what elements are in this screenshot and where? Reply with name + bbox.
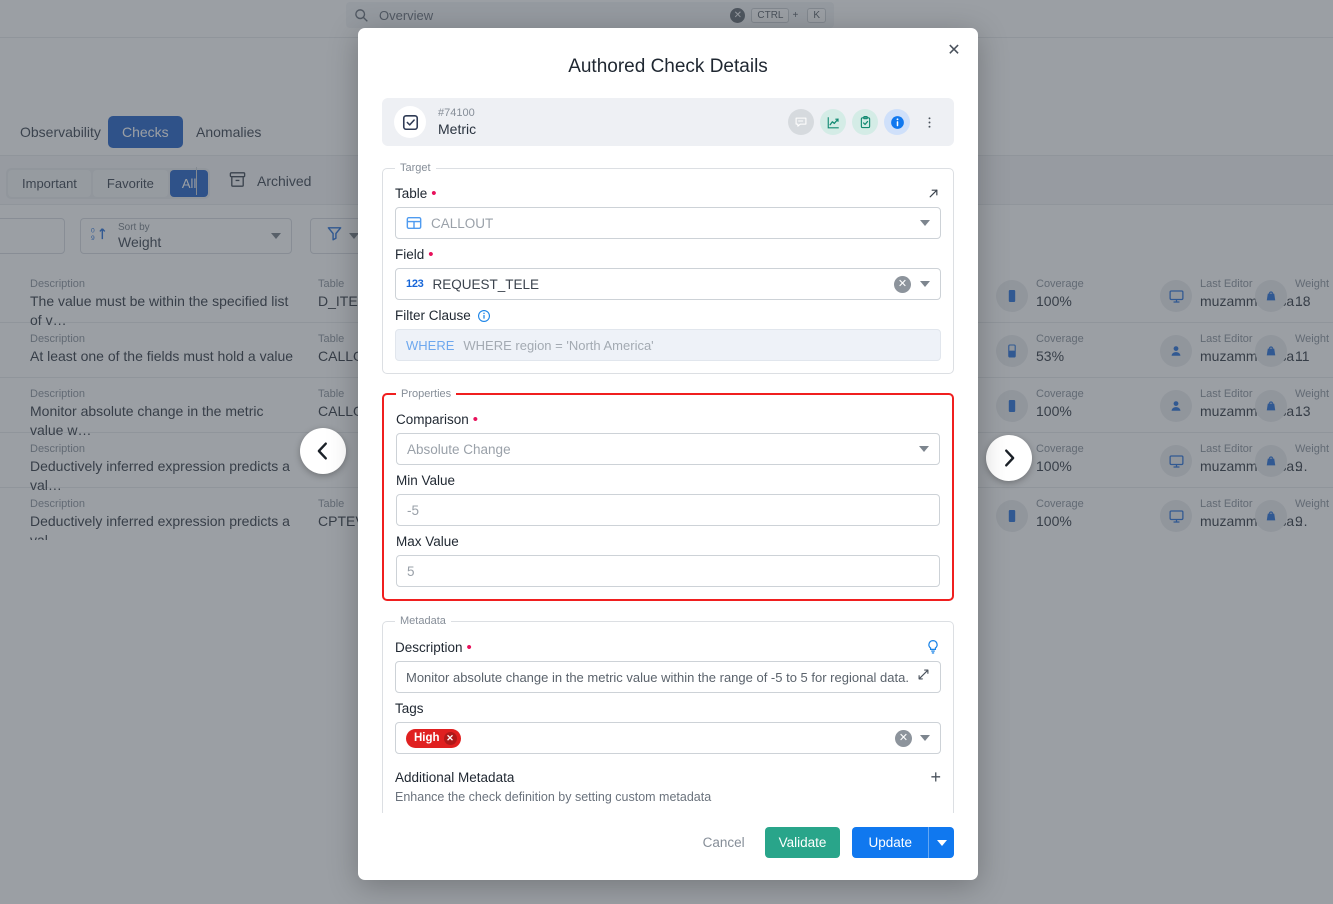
- chevron-down-icon[interactable]: [920, 281, 930, 287]
- target-section: Target Table • CALLOUT Field • 123 REQUE…: [382, 162, 954, 374]
- chevron-down-icon[interactable]: [919, 446, 929, 452]
- field-field-head: Field •: [395, 247, 941, 262]
- chevron-down-icon: [936, 839, 947, 846]
- tags-group: Tags High ✕ ✕: [395, 701, 941, 754]
- more-vertical-icon[interactable]: [916, 109, 942, 135]
- min-value-group: Min Value -5: [396, 473, 940, 526]
- check-id: #74100: [438, 107, 475, 119]
- max-value-label: Max Value: [396, 534, 459, 549]
- filter-clause-label: Filter Clause: [395, 308, 471, 323]
- check-summary-card: #74100 Metric: [382, 98, 954, 146]
- where-keyword: WHERE: [406, 337, 455, 353]
- field-select[interactable]: 123 REQUEST_TELE ✕: [395, 268, 941, 300]
- description-label: Description: [395, 639, 463, 655]
- field-field-group: Field • 123 REQUEST_TELE ✕: [395, 247, 941, 300]
- filter-clause-group: Filter Clause WHERE WHERE region = 'Nort…: [395, 308, 941, 361]
- previous-check-button[interactable]: [300, 428, 346, 474]
- check-type: Metric: [438, 121, 477, 137]
- description-head: Description •: [395, 639, 941, 655]
- clipboard-check-icon[interactable]: [852, 109, 878, 135]
- clear-icon[interactable]: ✕: [894, 275, 911, 293]
- additional-metadata-title: Additional Metadata: [395, 769, 515, 785]
- info-circle-icon[interactable]: [477, 309, 491, 323]
- comparison-value: Absolute Change: [407, 441, 511, 457]
- cancel-button[interactable]: Cancel: [695, 827, 753, 858]
- check-action-icons: [788, 109, 942, 135]
- max-value-text: 5: [407, 563, 415, 579]
- min-value-text: -5: [407, 502, 420, 518]
- comparison-head: Comparison •: [396, 412, 940, 427]
- description-textarea[interactable]: Monitor absolute change in the metric va…: [395, 661, 941, 693]
- filter-clause-head: Filter Clause: [395, 308, 941, 323]
- target-legend: Target: [400, 162, 431, 174]
- update-options-button[interactable]: [928, 827, 954, 858]
- plus-icon[interactable]: +: [930, 768, 941, 786]
- update-button[interactable]: Update: [852, 827, 928, 858]
- info-icon[interactable]: [884, 109, 910, 135]
- tag-chip[interactable]: High ✕: [406, 728, 461, 748]
- lightbulb-icon[interactable]: [925, 639, 941, 655]
- remove-tag-icon[interactable]: ✕: [443, 731, 457, 745]
- min-value-head: Min Value: [396, 473, 940, 488]
- table-icon: [406, 215, 422, 231]
- max-value-head: Max Value: [396, 534, 940, 549]
- number-type-icon: 123: [406, 278, 424, 290]
- update-button-group: Update: [852, 827, 954, 858]
- metadata-legend: Metadata: [400, 615, 446, 627]
- tags-label: Tags: [395, 701, 424, 716]
- chevron-down-icon[interactable]: [920, 735, 930, 741]
- min-value-label: Min Value: [396, 473, 456, 488]
- filter-clause-input[interactable]: WHERE WHERE region = 'North America': [395, 329, 941, 361]
- expand-icon[interactable]: [917, 668, 930, 686]
- comparison-label: Comparison: [396, 412, 469, 427]
- check-square-icon: [394, 106, 426, 138]
- table-field-head: Table •: [395, 186, 941, 201]
- properties-section: Properties Comparison • Absolute Change …: [382, 388, 954, 601]
- next-check-button[interactable]: [986, 435, 1032, 481]
- filter-clause-placeholder: WHERE region = 'North America': [463, 337, 654, 353]
- comment-icon[interactable]: [788, 109, 814, 135]
- chevron-left-icon: [317, 442, 327, 460]
- tag-chip-label: High: [414, 732, 440, 744]
- chevron-right-icon: [1005, 449, 1015, 467]
- required-marker: •: [472, 411, 479, 428]
- comparison-group: Comparison • Absolute Change: [396, 412, 940, 465]
- required-marker: •: [466, 638, 472, 656]
- authored-check-details-dialog: ✕ Authored Check Details #74100 Metric T…: [358, 28, 978, 880]
- additional-metadata-row: Additional Metadata +: [395, 768, 941, 786]
- check-identity: #74100 Metric: [438, 106, 476, 138]
- description-group: Description • Monitor absolute change in…: [395, 639, 941, 693]
- dialog-body: #74100 Metric Target Table • CALLOUT Fie…: [358, 98, 978, 813]
- chevron-down-icon[interactable]: [920, 220, 930, 226]
- dialog-title: Authored Check Details: [568, 56, 768, 77]
- table-value: CALLOUT: [431, 215, 494, 231]
- min-value-input[interactable]: -5: [396, 494, 940, 526]
- trend-chart-icon[interactable]: [820, 109, 846, 135]
- required-marker: •: [428, 246, 434, 263]
- tags-select[interactable]: High ✕ ✕: [395, 722, 941, 754]
- external-link-icon[interactable]: [926, 186, 941, 201]
- tags-head: Tags: [395, 701, 941, 716]
- validate-button[interactable]: Validate: [764, 827, 841, 858]
- description-value: Monitor absolute change in the metric va…: [406, 669, 909, 685]
- properties-legend: Properties: [401, 388, 452, 400]
- max-value-input[interactable]: 5: [396, 555, 940, 587]
- table-label: Table: [395, 186, 428, 201]
- required-marker: •: [431, 185, 437, 202]
- additional-metadata-subtitle: Enhance the check definition by setting …: [395, 790, 712, 804]
- max-value-group: Max Value 5: [396, 534, 940, 587]
- metadata-section: Metadata Description • Monitor absolute …: [382, 615, 954, 813]
- dialog-footer: Cancel Validate Update: [358, 813, 978, 880]
- close-icon[interactable]: ✕: [942, 38, 966, 62]
- additional-metadata-group: Additional Metadata + Enhance the check …: [395, 768, 941, 804]
- comparison-select[interactable]: Absolute Change: [396, 433, 940, 465]
- clear-icon[interactable]: ✕: [895, 729, 912, 747]
- table-select[interactable]: CALLOUT: [395, 207, 941, 239]
- field-value: REQUEST_TELE: [432, 276, 539, 292]
- table-field-group: Table • CALLOUT: [395, 186, 941, 239]
- field-label: Field: [395, 247, 425, 262]
